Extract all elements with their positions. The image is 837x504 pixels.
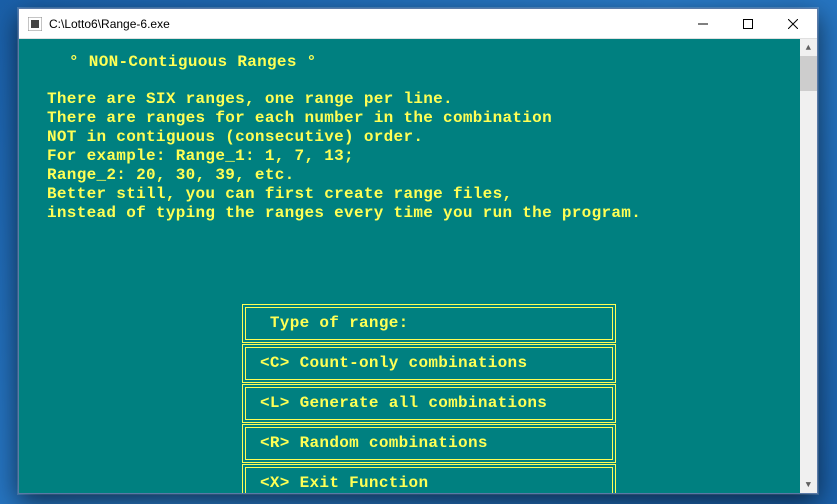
- menu-key: <R>: [260, 434, 290, 452]
- menu-header: Type of range:: [245, 307, 613, 340]
- window-title: C:\Lotto6\Range-6.exe: [49, 17, 680, 31]
- console-body: There are SIX ranges, one range per line…: [47, 90, 817, 223]
- scroll-down-arrow[interactable]: ▼: [800, 476, 817, 493]
- scroll-up-arrow[interactable]: ▲: [800, 39, 817, 56]
- app-icon: [27, 16, 43, 32]
- close-button[interactable]: [770, 9, 815, 38]
- window-controls: [680, 9, 815, 38]
- vertical-scrollbar[interactable]: ▲ ▼: [800, 39, 817, 493]
- menu-item-generate[interactable]: <L> Generate all combinations: [245, 387, 613, 420]
- console-heading: ° NON-Contiguous Ranges °: [69, 53, 817, 72]
- titlebar[interactable]: C:\Lotto6\Range-6.exe: [19, 9, 817, 39]
- menu-key: <C>: [260, 354, 290, 372]
- menu-label: Exit Function: [300, 474, 429, 492]
- maximize-button[interactable]: [725, 9, 770, 38]
- menu-key: <X>: [260, 474, 290, 492]
- menu-label: Random combinations: [300, 434, 488, 452]
- app-window: C:\Lotto6\Range-6.exe ° NON-Contiguous R…: [18, 8, 818, 494]
- menu-label: Count-only combinations: [300, 354, 528, 372]
- minimize-button[interactable]: [680, 9, 725, 38]
- menu-item-count[interactable]: <C> Count-only combinations: [245, 347, 613, 380]
- menu-box: Type of range: <C> Count-only combinatio…: [245, 307, 613, 493]
- menu-label: Generate all combinations: [300, 394, 548, 412]
- scrollbar-thumb[interactable]: [800, 56, 817, 91]
- menu-key: <L>: [260, 394, 290, 412]
- console-area: ° NON-Contiguous Ranges ° There are SIX …: [19, 39, 817, 493]
- menu-item-random[interactable]: <R> Random combinations: [245, 427, 613, 460]
- menu-item-exit[interactable]: <X> Exit Function: [245, 467, 613, 493]
